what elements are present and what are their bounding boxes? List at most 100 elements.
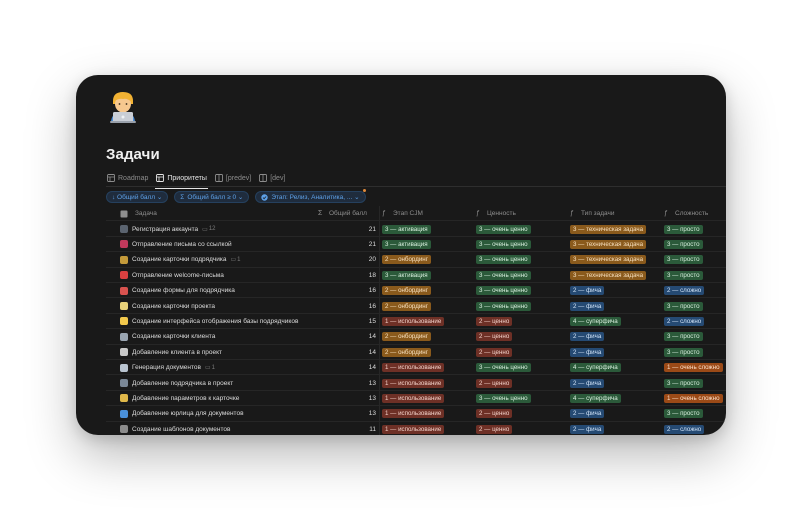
type-cell[interactable]: 3 — техническая задача xyxy=(570,237,662,252)
difficulty-cell[interactable]: 1 — очень сложно xyxy=(664,391,726,406)
value-cell[interactable]: 2 — ценно xyxy=(476,314,568,329)
difficulty-cell[interactable]: 3 — просто xyxy=(664,375,726,390)
value-cell[interactable]: 2 — ценно xyxy=(476,375,568,390)
column-header-score[interactable]: Σ Общий балл xyxy=(318,206,378,221)
value-cell[interactable]: 3 — очень ценно xyxy=(476,360,568,375)
table-row[interactable]: Создание шаблонов документов 11 1 — исполь… xyxy=(76,422,726,435)
difficulty-cell[interactable]: 2 — сложно xyxy=(664,283,726,298)
score-cell[interactable]: 16 xyxy=(316,283,376,298)
type-cell[interactable]: 2 — фича xyxy=(570,345,662,360)
type-cell[interactable]: 3 — техническая задача xyxy=(570,252,662,267)
column-header-difficulty[interactable]: ƒ Сложность xyxy=(664,206,726,221)
stage-cell[interactable]: 2 — онбординг xyxy=(382,329,474,344)
table-row[interactable]: Создание карточки клиента 14 2 — онбординг… xyxy=(76,329,726,345)
value-cell[interactable]: 2 — ценно xyxy=(476,329,568,344)
difficulty-cell[interactable]: 3 — просто xyxy=(664,406,726,421)
comment-count[interactable]: ▭ 1 xyxy=(231,256,241,264)
type-cell[interactable]: 2 — фича xyxy=(570,406,662,421)
stage-cell[interactable]: 3 — активация xyxy=(382,268,474,283)
value-cell[interactable]: 3 — очень ценно xyxy=(476,283,568,298)
stage-cell[interactable]: 1 — использование xyxy=(382,422,474,435)
table-row[interactable]: Отправление welcome-письма 18 3 — активаци… xyxy=(76,268,726,283)
table-row[interactable]: Добавление параметров к карточке 13 1 — ис… xyxy=(76,391,726,407)
difficulty-cell[interactable]: 3 — просто xyxy=(664,345,726,360)
tab-roadmap[interactable]: Roadmap xyxy=(106,170,149,186)
difficulty-cell[interactable]: 3 — просто xyxy=(664,268,726,283)
difficulty-cell[interactable]: 2 — сложно xyxy=(664,314,726,329)
stage-cell[interactable]: 2 — онбординг xyxy=(382,298,474,313)
difficulty-cell[interactable]: 3 — просто xyxy=(664,329,726,344)
column-header-value[interactable]: ƒ Ценность xyxy=(476,206,568,221)
stage-cell[interactable]: 2 — онбординг xyxy=(382,252,474,267)
value-cell[interactable]: 3 — очень ценно xyxy=(476,221,568,236)
tab-dev[interactable]: [dev] xyxy=(258,170,286,186)
value-cell[interactable]: 3 — очень ценно xyxy=(476,391,568,406)
difficulty-cell[interactable]: 1 — очень сложно xyxy=(664,360,726,375)
stage-cell[interactable]: 3 — активация xyxy=(382,237,474,252)
score-cell[interactable]: 14 xyxy=(316,329,376,344)
score-cell[interactable]: 13 xyxy=(316,391,376,406)
difficulty-cell[interactable]: 3 — просто xyxy=(664,221,726,236)
task-name-cell[interactable]: Добавление клиента в проект xyxy=(120,345,315,360)
stage-cell[interactable]: 1 — использование xyxy=(382,375,474,390)
type-cell[interactable]: 2 — фича xyxy=(570,283,662,298)
difficulty-cell[interactable]: 3 — просто xyxy=(664,298,726,313)
stage-cell[interactable]: 1 — использование xyxy=(382,406,474,421)
stage-cell[interactable]: 1 — использование xyxy=(382,360,474,375)
table-row[interactable]: Отправление письма со ссылкой 21 3 — актив… xyxy=(76,237,726,253)
task-name-cell[interactable]: Генерация документов ▭ 1 xyxy=(120,360,315,375)
difficulty-cell[interactable]: 3 — просто xyxy=(664,252,726,267)
difficulty-cell[interactable]: 3 — просто xyxy=(664,237,726,252)
task-name-cell[interactable]: Добавление параметров к карточке xyxy=(120,391,315,406)
value-cell[interactable]: 2 — ценно xyxy=(476,406,568,421)
table-row[interactable]: Добавление клиента в проект 14 2 — онборди… xyxy=(76,345,726,360)
score-filter-chip[interactable]: Σ Общий балл ≥ 0 ⌄ xyxy=(174,191,250,203)
score-cell[interactable]: 21 xyxy=(316,237,376,252)
score-cell[interactable]: 16 xyxy=(316,298,376,313)
task-name-cell[interactable]: Регистрация аккаунта ▭ 12 xyxy=(120,221,315,236)
table-row[interactable]: Добавление подрядчика в проект 13 1 — испо… xyxy=(76,375,726,391)
person-with-laptop-icon[interactable] xyxy=(106,89,140,123)
table-row[interactable]: Генерация документов ▭ 1 14 1 — использовани… xyxy=(76,360,726,376)
table-row[interactable]: Создание карточки проекта 16 2 — онбординг… xyxy=(76,298,726,314)
value-cell[interactable]: 2 — ценно xyxy=(476,345,568,360)
value-cell[interactable]: 3 — очень ценно xyxy=(476,252,568,267)
table-row[interactable]: Создание формы для подрядчика 16 2 — онбор… xyxy=(76,283,726,299)
score-cell[interactable]: 14 xyxy=(316,360,376,375)
stage-cell[interactable]: 1 — использование xyxy=(382,314,474,329)
value-cell[interactable]: 2 — ценно xyxy=(476,422,568,435)
task-name-cell[interactable]: Добавление подрядчика в проект xyxy=(120,375,315,390)
task-name-cell[interactable]: Добавление юрлица для документов xyxy=(120,406,315,421)
stage-filter-chip[interactable]: Этап: Релиз, Аналитика, ... ⌄ xyxy=(255,191,366,203)
comment-count[interactable]: ▭ 12 xyxy=(202,226,215,233)
table-row[interactable]: Создание карточки подрядчика ▭ 1 20 2 — онбо… xyxy=(76,252,726,268)
difficulty-cell[interactable]: 2 — сложно xyxy=(664,422,726,435)
score-cell[interactable]: 13 xyxy=(316,406,376,421)
score-cell[interactable]: 20 xyxy=(316,252,376,267)
score-cell[interactable]: 14 xyxy=(316,345,376,360)
type-cell[interactable]: 3 — техническая задача xyxy=(570,268,662,283)
task-name-cell[interactable]: Создание шаблонов документов xyxy=(120,422,315,435)
comment-count[interactable]: ▭ 1 xyxy=(205,364,215,372)
tab-priorities[interactable]: Приоритеты xyxy=(155,170,208,189)
value-cell[interactable]: 3 — очень ценно xyxy=(476,298,568,313)
score-cell[interactable]: 13 xyxy=(316,375,376,390)
stage-cell[interactable]: 1 — использование xyxy=(382,391,474,406)
column-header-name[interactable]: Задача xyxy=(120,206,315,221)
table-row[interactable]: Добавление юрлица для документов 13 1 — ис… xyxy=(76,406,726,422)
type-cell[interactable]: 4 — суперфича xyxy=(570,314,662,329)
task-name-cell[interactable]: Создание интерфейса отображения базы под… xyxy=(120,314,315,329)
score-cell[interactable]: 18 xyxy=(316,268,376,283)
stage-cell[interactable]: 2 — онбординг xyxy=(382,283,474,298)
task-name-cell[interactable]: Создание карточки проекта xyxy=(120,298,315,313)
type-cell[interactable]: 2 — фича xyxy=(570,298,662,313)
column-header-type[interactable]: ƒ Тип задачи xyxy=(570,206,662,221)
task-name-cell[interactable]: Создание формы для подрядчика xyxy=(120,283,315,298)
stage-cell[interactable]: 2 — онбординг xyxy=(382,345,474,360)
type-cell[interactable]: 2 — фича xyxy=(570,329,662,344)
task-name-cell[interactable]: Отправление welcome-письма xyxy=(120,268,315,283)
type-cell[interactable]: 3 — техническая задача xyxy=(570,221,662,236)
task-name-cell[interactable]: Создание карточки подрядчика ▭ 1 xyxy=(120,252,315,267)
tab-predev[interactable]: [predev] xyxy=(214,170,252,186)
type-cell[interactable]: 4 — суперфича xyxy=(570,360,662,375)
